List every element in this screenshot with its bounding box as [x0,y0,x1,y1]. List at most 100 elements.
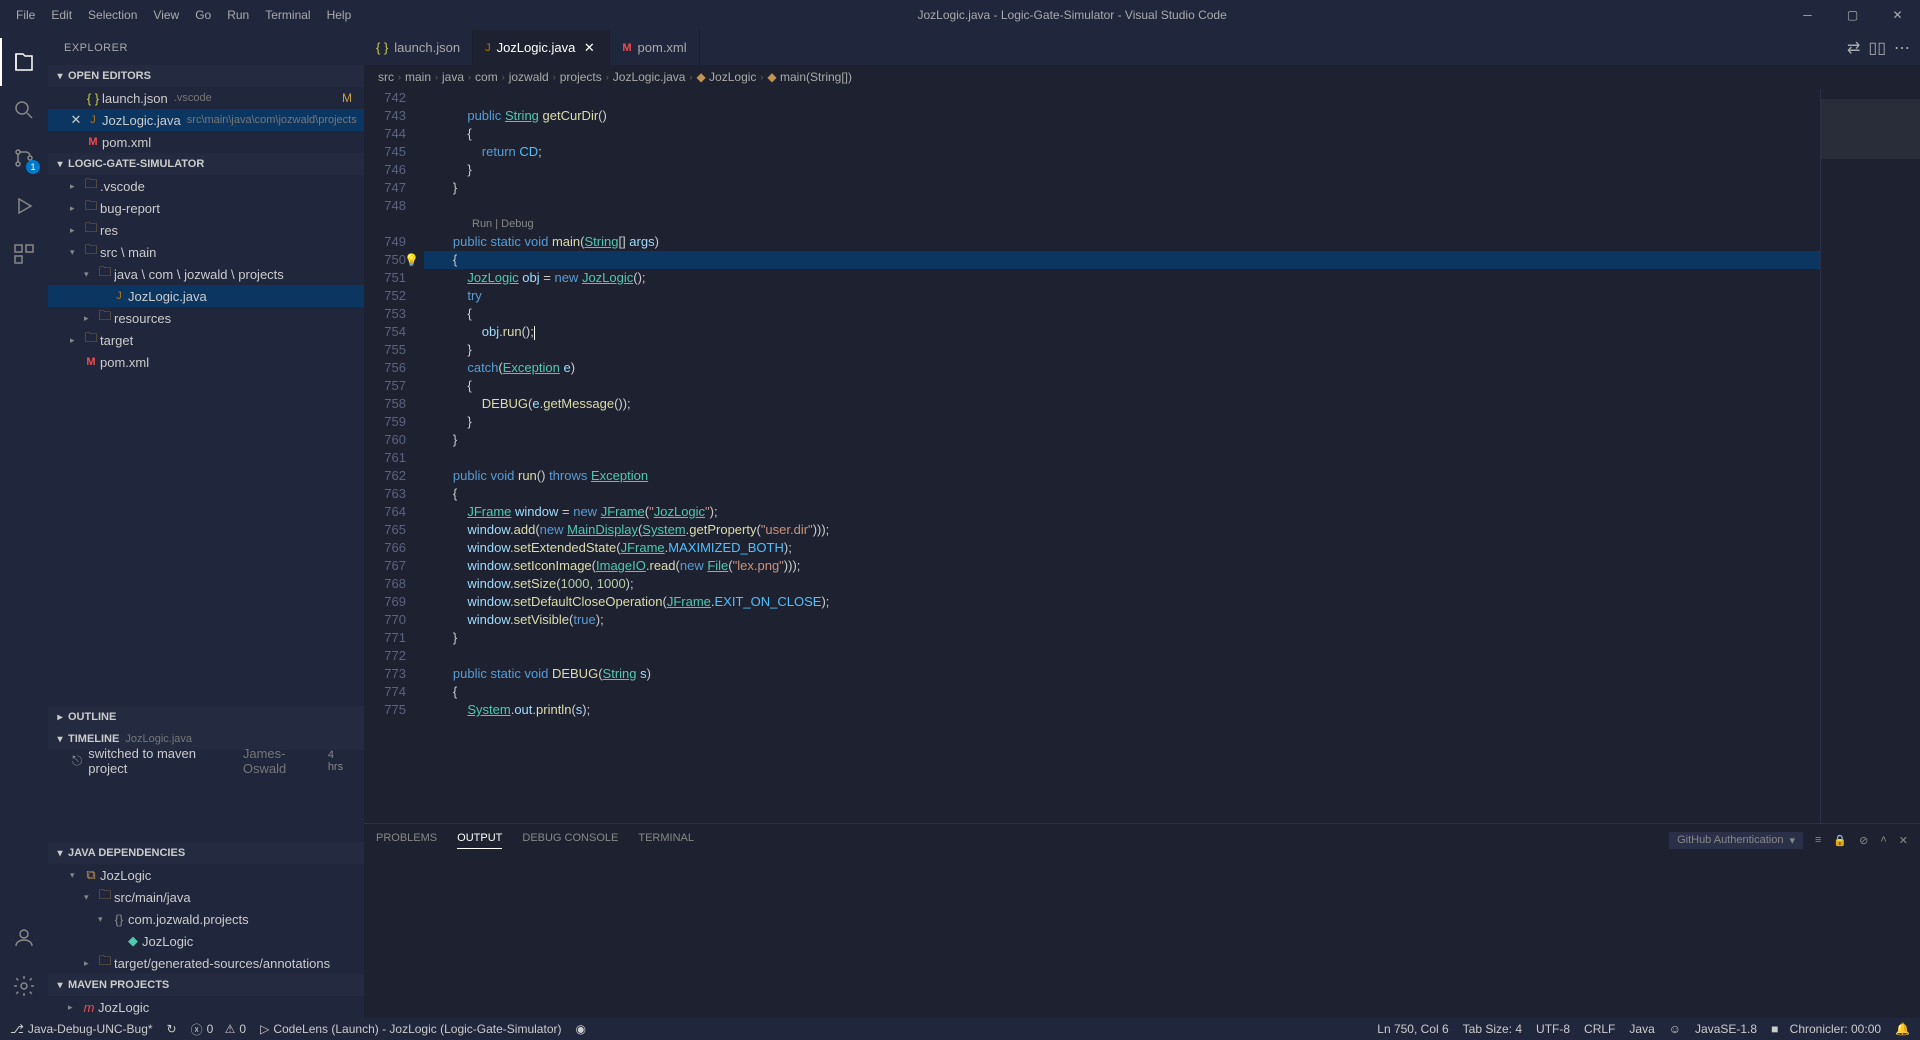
more-icon[interactable]: ⋯ [1894,38,1910,58]
code-line[interactable]: public static void main(String[] args) [424,233,1820,251]
tree-item[interactable]: Mpom.xml [48,351,364,373]
menu-run[interactable]: Run [219,0,257,30]
tree-item[interactable]: ▸🗀bug-report [48,197,364,219]
code-content[interactable]: public String getCurDir() { return CD; }… [424,89,1820,823]
tree-item[interactable]: ▸🗀target [48,329,364,351]
menu-go[interactable]: Go [187,0,219,30]
code-line[interactable]: catch(Exception e) [424,359,1820,377]
sb-eol[interactable]: CRLF [1584,1022,1615,1036]
sb-errors[interactable]: ⓧ0 ⚠0 [191,1021,247,1038]
settings-icon[interactable] [0,962,48,1010]
compare-icon[interactable]: ⇄ [1847,38,1860,58]
dep-tree-item[interactable]: ▾⧉JozLogic [48,864,364,886]
menu-terminal[interactable]: Terminal [257,0,318,30]
sb-cursor-pos[interactable]: Ln 750, Col 6 [1377,1022,1448,1036]
sb-language[interactable]: Java [1629,1022,1654,1036]
tree-item[interactable]: ▸🗀res [48,219,364,241]
sb-feedback[interactable]: ☺ [1669,1022,1681,1036]
code-line[interactable]: } [424,431,1820,449]
tree-item[interactable]: ▾🗀src \ main [48,241,364,263]
timeline-item[interactable]: ⎋ switched to maven project James-Oswald… [48,750,364,772]
code-line[interactable]: { [424,125,1820,143]
tree-item[interactable]: JJozLogic.java [48,285,364,307]
tree-item[interactable]: ▸🗀.vscode [48,175,364,197]
maximize-button[interactable]: ▢ [1830,0,1875,30]
code-line[interactable]: window.add(new MainDisplay(System.getPro… [424,521,1820,539]
sb-live[interactable]: ◉ [575,1022,585,1036]
tab-output[interactable]: OUTPUT [457,832,502,849]
editor-tab[interactable]: { }launch.json [364,30,473,65]
source-control-icon[interactable]: 1 [0,134,48,182]
section-open-editors[interactable]: ▾ OPEN EDITORS [48,65,364,87]
lock-icon[interactable]: 🔒 [1833,834,1847,847]
sb-java-runtime[interactable]: JavaSE-1.8 [1695,1022,1757,1036]
output-channel-select[interactable]: GitHub Authentication▾ [1669,832,1803,849]
code-line[interactable]: } [424,341,1820,359]
code-line[interactable]: JozLogic obj = new JozLogic(); [424,269,1820,287]
sb-branch[interactable]: ⎇Java-Debug-UNC-Bug* [10,1022,153,1036]
tree-item[interactable]: ▾🗀java \ com \ jozwald \ projects [48,263,364,285]
code-line[interactable]: window.setVisible(true); [424,611,1820,629]
tab-terminal[interactable]: TERMINAL [638,832,694,848]
breadcrumb-segment[interactable]: jozwald [509,70,549,84]
code-line[interactable] [424,449,1820,467]
open-editor-item[interactable]: ✕JJozLogic.javasrc\main\java\com\jozwald… [48,109,364,131]
debug-icon[interactable] [0,182,48,230]
code-line[interactable]: public static void DEBUG(String s) [424,665,1820,683]
close-button[interactable]: ✕ [1875,0,1920,30]
code-line[interactable]: return CD; [424,143,1820,161]
maven-project-item[interactable]: ▸ m JozLogic [48,996,364,1018]
section-maven[interactable]: ▾ MAVEN PROJECTS [48,974,364,996]
menu-selection[interactable]: Selection [80,0,145,30]
menu-help[interactable]: Help [319,0,360,30]
code-line[interactable] [424,647,1820,665]
sb-sync[interactable]: ↻ [167,1022,177,1036]
code-line[interactable]: 💡 { [424,251,1820,269]
close-icon[interactable]: ✕ [581,40,597,56]
menu-file[interactable]: File [8,0,43,30]
code-line[interactable]: { [424,305,1820,323]
minimap[interactable] [1820,89,1920,823]
section-java-deps[interactable]: ▾ JAVA DEPENDENCIES [48,842,364,864]
dep-tree-item[interactable]: ▾🗀src/main/java [48,886,364,908]
code-line[interactable]: window.setIconImage(ImageIO.read(new Fil… [424,557,1820,575]
breadcrumb-segment[interactable]: main [405,70,431,84]
breadcrumb[interactable]: src›main›java›com›jozwald›projects›JozLo… [364,65,1920,89]
search-icon[interactable] [0,86,48,134]
code-line[interactable]: } [424,161,1820,179]
code-line[interactable]: { [424,683,1820,701]
code-line[interactable]: obj.run(); [424,323,1820,341]
extensions-icon[interactable] [0,230,48,278]
code-line[interactable]: JFrame window = new JFrame("JozLogic"); [424,503,1820,521]
tab-debug-console[interactable]: DEBUG CONSOLE [522,832,618,848]
code-line[interactable]: DEBUG(e.getMessage()); [424,395,1820,413]
tree-item[interactable]: ▸🗀resources [48,307,364,329]
explorer-icon[interactable] [0,38,48,86]
sb-chronicler[interactable]: ■ Chronicler: 00:00 [1771,1022,1881,1036]
code-line[interactable]: public String getCurDir() [424,107,1820,125]
code-line[interactable]: window.setDefaultCloseOperation(JFrame.E… [424,593,1820,611]
breadcrumb-segment[interactable]: JozLogic.java [613,70,686,84]
editor-tab[interactable]: JJozLogic.java✕ [473,30,610,65]
code-line[interactable]: { [424,485,1820,503]
close-icon[interactable]: ✕ [68,112,84,128]
codelens-run-debug[interactable]: Run | Debug [424,215,1820,233]
account-icon[interactable] [0,914,48,962]
sb-debug-target[interactable]: ▷CodeLens (Launch) - JozLogic (Logic-Gat… [260,1022,561,1036]
split-icon[interactable]: ▯▯ [1868,38,1886,58]
code-line[interactable]: } [424,629,1820,647]
code-line[interactable]: System.out.println(s); [424,701,1820,719]
code-line[interactable]: try [424,287,1820,305]
tab-problems[interactable]: PROBLEMS [376,832,437,848]
breadcrumb-segment[interactable]: projects [560,70,602,84]
editor-tab[interactable]: Mpom.xml [610,30,699,65]
lightbulb-icon[interactable]: 💡 [404,251,419,269]
breadcrumb-segment[interactable]: src [378,70,394,84]
filter-icon[interactable]: ≡ [1815,834,1821,846]
section-outline[interactable]: ▸ OUTLINE [48,706,364,728]
open-editor-item[interactable]: Mpom.xml [48,131,364,153]
breadcrumb-segment[interactable]: ◆ main(String[]) [767,70,852,84]
code-line[interactable]: window.setSize(1000, 1000); [424,575,1820,593]
code-line[interactable]: window.setExtendedState(JFrame.MAXIMIZED… [424,539,1820,557]
breadcrumb-segment[interactable]: ◆ JozLogic [696,70,756,84]
